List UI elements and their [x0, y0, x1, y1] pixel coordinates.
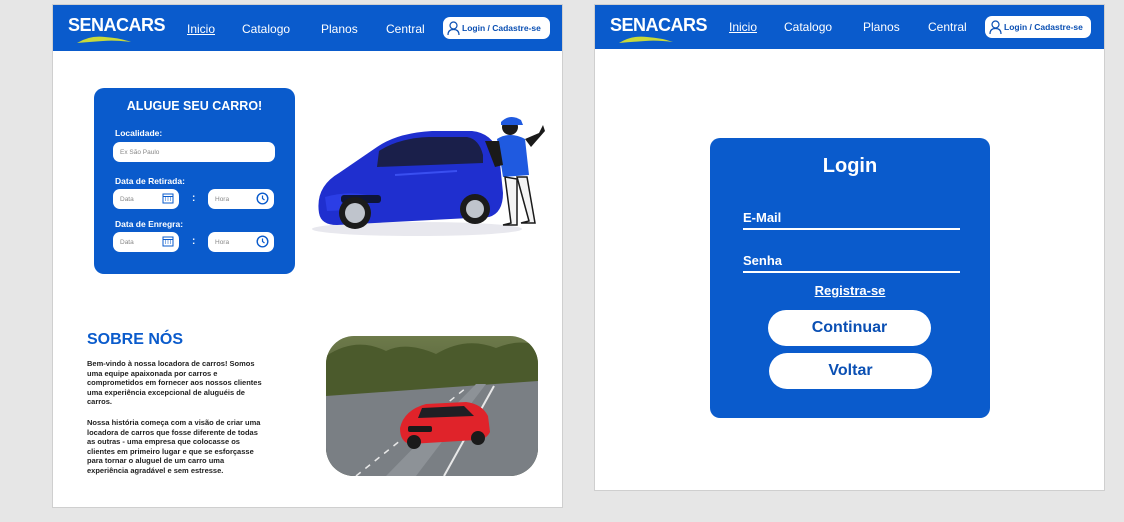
continue-button[interactable]: Continuar — [768, 310, 931, 346]
logo-car-icon — [77, 36, 131, 43]
nav-link-inicio[interactable]: Inicio — [187, 22, 215, 36]
login-register-label: Login / Cadastre-se — [462, 23, 541, 33]
clock-icon[interactable] — [256, 235, 269, 248]
return-time-placeholder: Hora — [215, 238, 230, 246]
return-date-input[interactable]: Data — [113, 232, 179, 252]
home-page-frame: SENACARS Inicio Catalogo Planos Central … — [52, 4, 563, 508]
top-navbar: SENACARS Inicio Catalogo Planos Central … — [595, 5, 1104, 49]
login-page-frame: SENACARS Inicio Catalogo Planos Central … — [594, 4, 1105, 491]
pickup-time-input[interactable]: Hora — [208, 189, 274, 209]
date-time-separator: : — [192, 236, 196, 247]
top-navbar: SENACARS Inicio Catalogo Planos Central … — [53, 5, 562, 51]
location-label: Localidade: — [115, 128, 163, 138]
nav-link-inicio[interactable]: Inicio — [729, 20, 757, 34]
pickup-date-placeholder: Data — [120, 195, 134, 203]
nav-link-catalogo[interactable]: Catalogo — [242, 22, 290, 36]
return-date-placeholder: Data — [120, 238, 134, 246]
logo[interactable]: SENACARS — [68, 15, 166, 36]
nav-link-central[interactable]: Central — [928, 20, 967, 34]
calendar-icon[interactable] — [162, 235, 174, 247]
user-icon — [447, 20, 460, 35]
rent-form-title: ALUGUE SEU CARRO! — [126, 99, 263, 113]
back-button[interactable]: Voltar — [769, 353, 932, 389]
about-section-title: SOBRE NÓS — [87, 331, 184, 348]
logo-car-icon — [619, 36, 673, 43]
email-field[interactable]: E-Mail — [743, 210, 960, 230]
pickup-time-placeholder: Hora — [215, 195, 230, 203]
login-register-label: Login / Cadastre-se — [1004, 22, 1083, 32]
login-register-button[interactable]: Login / Cadastre-se — [985, 16, 1091, 38]
return-time-input[interactable]: Hora — [208, 232, 274, 252]
nav-link-central[interactable]: Central — [386, 22, 425, 36]
location-input[interactable]: Ex São Paulo — [113, 142, 275, 162]
password-field[interactable]: Senha — [743, 253, 960, 273]
red-car-photo — [326, 336, 538, 476]
about-paragraph: Nossa história começa com a visão de cri… — [87, 418, 261, 475]
pickup-date-input[interactable]: Data — [113, 189, 179, 209]
return-date-label: Data de Enregra: — [115, 219, 184, 229]
about-paragraph: Bem-vindo à nossa locadora de carros! So… — [87, 359, 262, 406]
blue-car-mascot-image — [312, 116, 545, 236]
nav-link-catalogo[interactable]: Catalogo — [784, 20, 832, 34]
date-time-separator: : — [192, 193, 196, 204]
login-register-button[interactable]: Login / Cadastre-se — [443, 17, 550, 39]
calendar-icon[interactable] — [162, 192, 174, 204]
nav-link-planos[interactable]: Planos — [863, 20, 900, 34]
user-icon — [989, 19, 1002, 34]
rent-car-form: ALUGUE SEU CARRO! Localidade: Ex São Pau… — [94, 88, 295, 274]
register-link[interactable]: Registra-se — [710, 283, 990, 298]
login-form: Login E-Mail Senha Registra-se Continuar… — [710, 138, 990, 418]
clock-icon[interactable] — [256, 192, 269, 205]
logo[interactable]: SENACARS — [610, 15, 708, 36]
nav-link-planos[interactable]: Planos — [321, 22, 358, 36]
pickup-date-label: Data de Retirada: — [115, 176, 185, 186]
login-title: Login — [822, 155, 878, 177]
